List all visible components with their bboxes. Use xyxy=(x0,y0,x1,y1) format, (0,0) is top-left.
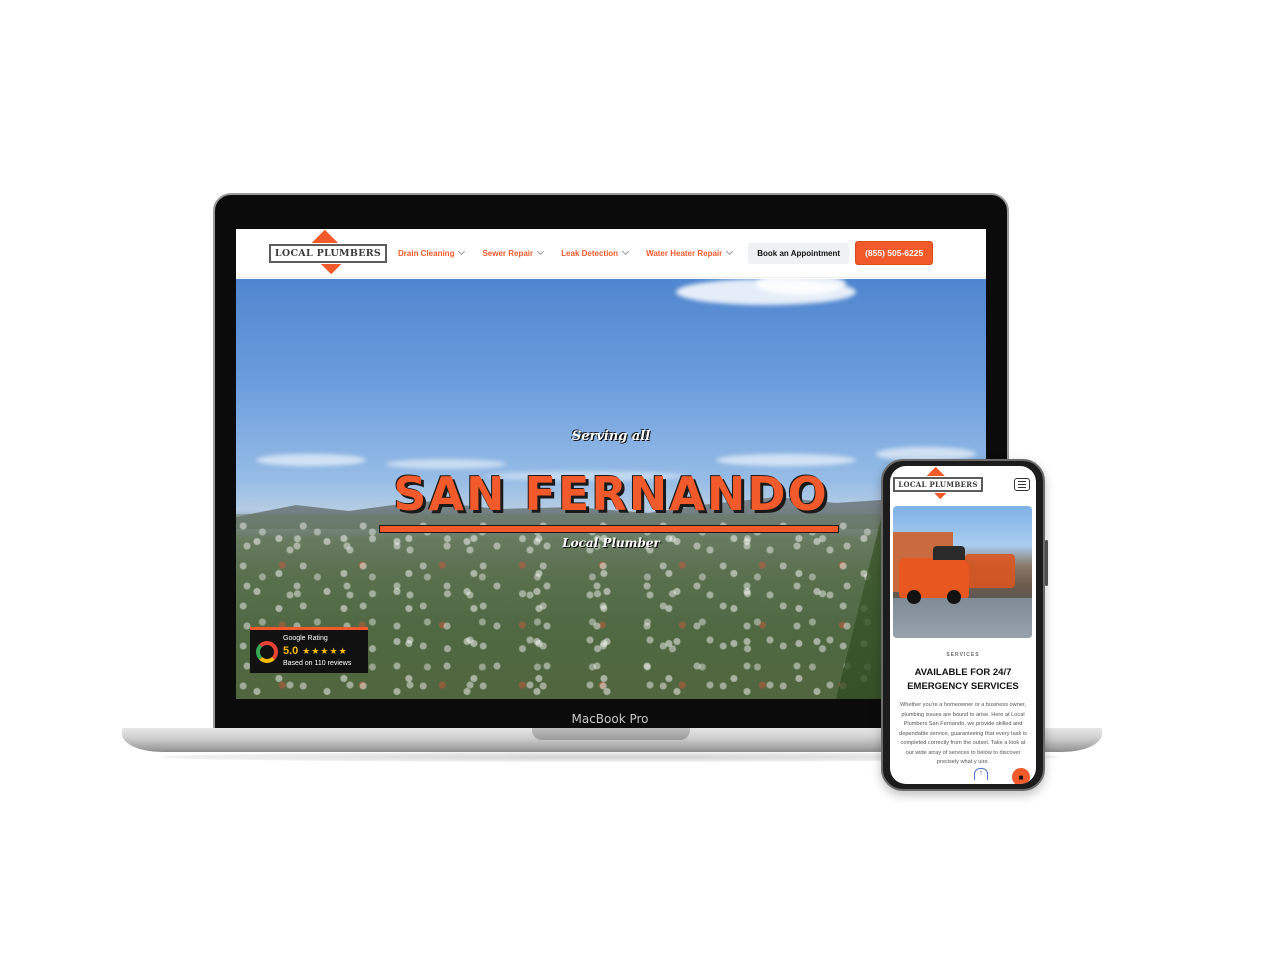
photo-wheel xyxy=(947,590,961,604)
google-icon xyxy=(256,640,278,663)
laptop-screen: LOCAL PLUMBERS Drain Cleaning Sewer Repa… xyxy=(236,229,986,699)
photo-ground xyxy=(893,598,1032,638)
logo-text: LOCAL PLUMBERS xyxy=(893,476,983,492)
rating-row: 5.0 ★★★★★ xyxy=(283,644,351,659)
mobile-logo[interactable]: LOCAL PLUMBERS xyxy=(893,466,983,500)
chevron-down-icon xyxy=(726,247,734,256)
hero-underline xyxy=(379,525,839,533)
device-mockup-scene: LOCAL PLUMBERS Drain Cleaning Sewer Repa… xyxy=(0,0,1280,960)
photo-wheel xyxy=(907,590,921,604)
rating-label: Google Rating xyxy=(283,635,328,642)
chevron-down-icon xyxy=(458,247,466,256)
cloud xyxy=(256,454,366,466)
phone-call-button[interactable]: (855) 505-6225 xyxy=(855,241,934,265)
section-body: Whether you're a homeowner or a business… xyxy=(899,702,1027,765)
chevron-down-icon xyxy=(537,247,545,256)
logo-text: LOCAL PLUMBERS xyxy=(268,243,388,263)
mobile-header: LOCAL PLUMBERS xyxy=(890,466,1036,502)
laptop-notch xyxy=(532,728,690,740)
service-trucks-photo xyxy=(893,506,1032,638)
nav-label: Water Heater Repair xyxy=(646,248,723,258)
cloud xyxy=(716,454,856,466)
google-rating-badge[interactable]: Google Rating 5.0 ★★★★★ Based on 110 rev… xyxy=(250,627,368,673)
section-heading: AVAILABLE FOR 24/7 EMERGENCY SERVICES xyxy=(890,666,1036,694)
nav-sewer-repair[interactable]: Sewer Repair xyxy=(482,247,545,258)
scroll-up-icon[interactable]: ↑ xyxy=(974,768,988,780)
section-label: SERVICES xyxy=(946,652,980,658)
nav-label: Leak Detection xyxy=(561,248,619,258)
rating-reviews: Based on 110 reviews xyxy=(283,660,352,668)
laptop-model-label: MacBook Pro xyxy=(571,712,649,726)
heading-line: AVAILABLE FOR 24/7 xyxy=(914,667,1012,678)
rating-score: 5.0 xyxy=(283,644,299,657)
rating-text: Google Rating 5.0 ★★★★★ Based on 110 rev… xyxy=(283,634,351,669)
nav-label: Drain Cleaning xyxy=(398,248,455,258)
site-logo[interactable]: LOCAL PLUMBERS xyxy=(268,229,388,275)
hero-title: SAN FERNANDO xyxy=(393,467,829,521)
nav-label: Sewer Repair xyxy=(482,248,534,258)
book-appointment-button[interactable]: Book an Appointment xyxy=(748,242,850,264)
nav-drain-cleaning[interactable]: Drain Cleaning xyxy=(398,247,466,258)
star-icons: ★★★★★ xyxy=(302,646,348,657)
nav-water-heater-repair[interactable]: Water Heater Repair xyxy=(646,247,734,258)
phone-side-button xyxy=(1045,540,1048,586)
hero-subtitle: Local Plumber xyxy=(562,536,660,550)
main-nav: Drain Cleaning Sewer Repair Leak Detecti… xyxy=(398,247,734,258)
nav-leak-detection[interactable]: Leak Detection xyxy=(561,247,630,258)
chat-icon[interactable]: ■ xyxy=(1012,768,1030,784)
site-header: LOCAL PLUMBERS Drain Cleaning Sewer Repa… xyxy=(236,229,986,278)
chevron-down-icon xyxy=(622,247,630,256)
hero-section: Serving all SAN FERNANDO Local Plumber G… xyxy=(236,279,986,699)
hero-pretitle: Serving all xyxy=(571,429,651,444)
phone-screen: LOCAL PLUMBERS SERVICES AVAILABLE FOR 24… xyxy=(890,466,1036,784)
hamburger-menu-icon[interactable] xyxy=(1014,478,1030,491)
heading-line: EMERGENCY SERVICES xyxy=(907,680,1019,692)
photo-truck xyxy=(965,554,1015,588)
